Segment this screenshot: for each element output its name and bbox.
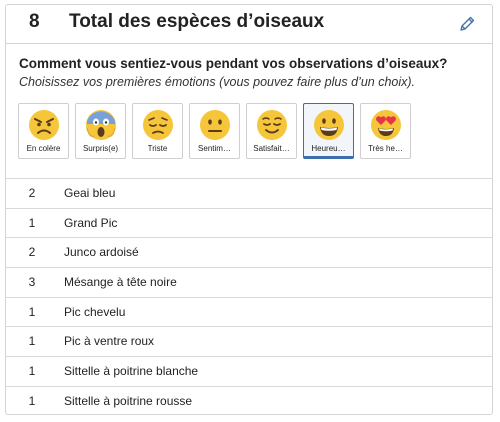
species-count-value: 1 [28,364,36,379]
species-name: Junco ardoisé [64,245,139,260]
list-item: 2 Junco ardoisé [6,237,492,267]
emotion-option-surprised[interactable]: Surpris(e) [75,103,126,159]
species-list: 2 Geai bleu 1 Grand Pic 2 Junco ardoisé … [6,178,492,416]
relieved-face-icon [256,110,287,140]
species-count-value: 2 [28,245,36,260]
list-item: 1 Sittelle à poitrine blanche [6,356,492,386]
species-name: Pic chevelu [64,304,126,319]
pencil-icon[interactable] [458,15,476,33]
species-name: Sittelle à poitrine blanche [64,364,199,379]
species-count-value: 2 [28,186,36,200]
species-name: Pic à ventre roux [64,334,155,349]
species-name: Geai bleu [64,186,116,200]
pensive-face-icon [142,110,173,140]
emotion-option-angry[interactable]: En colère [18,103,69,159]
emotion-option-sad[interactable]: Triste [132,103,183,159]
species-name: Sittelle à poitrine rousse [64,393,193,408]
emotion-hint: Choisissez vos premières émotions (vous … [19,75,416,89]
emotion-option-satisfied[interactable]: Satisfait… [246,103,297,159]
emotion-option-very-happy[interactable]: Très he… [360,103,411,159]
emotion-label: Sentim… [198,144,231,153]
species-name: Mésange à tête noire [64,275,177,290]
species-count: 8 [29,11,40,32]
emotion-label: Heureu… [311,144,346,153]
species-count-value: 3 [28,275,36,290]
emotion-label: Satisfait… [253,144,290,153]
species-count-value: 1 [28,215,36,230]
heart-eyes-face-icon [370,110,401,140]
emotion-option-neutral[interactable]: Sentim… [189,103,240,159]
species-count-value: 1 [28,334,36,349]
list-item: 2 Geai bleu [6,178,492,208]
list-item: 1 Pic à ventre roux [6,326,492,356]
screaming-face-icon [85,110,116,140]
species-total-card: 8 Total des espèces d’oiseaux Comment vo… [5,4,493,415]
list-item: 1 Sittelle à poitrine rousse [6,385,492,416]
emotion-picker: En colère Surpris(e) Triste Sentim… Sati… [18,103,411,159]
species-count-value: 1 [28,304,36,319]
grinning-face-icon [313,110,344,140]
card-header: 8 Total des espèces d’oiseaux [6,5,492,44]
angry-face-icon [28,110,59,140]
emotion-option-happy[interactable]: Heureu… [303,103,354,159]
list-item: 1 Pic chevelu [6,296,492,327]
list-item: 1 Grand Pic [6,207,492,238]
neutral-face-icon [199,110,230,140]
list-item: 3 Mésange à tête noire [6,267,492,297]
emotion-question: Comment vous sentiez-vous pendant vos ob… [19,56,448,71]
species-name: Grand Pic [64,215,118,230]
card-title: Total des espèces d’oiseaux [69,11,325,32]
emotion-label: Triste [147,144,168,153]
emotion-label: En colère [26,144,61,153]
emotion-label: Très he… [368,144,403,153]
emotion-label: Surpris(e) [82,144,119,153]
species-count-value: 1 [28,393,36,408]
